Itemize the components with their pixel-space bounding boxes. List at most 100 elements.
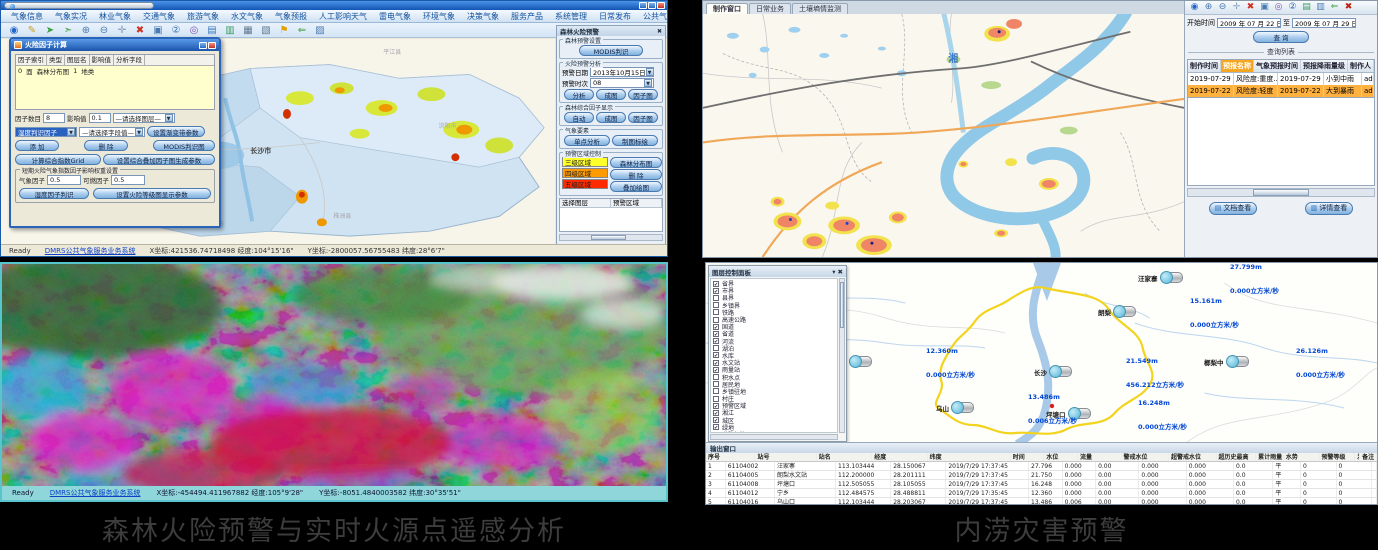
delete-button[interactable]: 删 除 [84, 140, 128, 151]
result-row-selected[interactable]: 2019-07-22 1风险度:轻度2019-07-22 1大到暴雨admin [1188, 85, 1374, 97]
station-cylinder-icon[interactable] [1160, 271, 1184, 284]
panel-button[interactable]: 叠加绘图 [610, 181, 662, 192]
menu-item[interactable]: 服务产品 [505, 11, 549, 22]
layer-checkbox[interactable]: ✔ [713, 367, 719, 373]
toolbar-icon[interactable]: ✛ [114, 24, 130, 37]
toolbar-icon[interactable]: ⚑ [276, 24, 292, 37]
titlebar[interactable] [1, 1, 667, 10]
hydro-station-marker[interactable]: 13.486m 乌山 0.006立方米/秒 [936, 393, 1086, 423]
warning-level-swatch[interactable]: 五级区域 [562, 179, 608, 189]
layer-checkbox[interactable] [713, 381, 719, 387]
menu-item[interactable]: 水文气象 [225, 11, 269, 22]
field-select[interactable]: —请选择字段值—▼ [79, 127, 145, 137]
panel-button[interactable]: 因子图 [628, 112, 658, 123]
toolbar-icon[interactable]: ▣ [150, 24, 166, 37]
result-row[interactable]: 2019-07-29 1...风险度:重度...2019-07-29 1...小… [1188, 73, 1374, 85]
warning-layer-list[interactable]: 选择图层预警区域 [559, 198, 663, 232]
dialog-minimize-button[interactable] [199, 42, 207, 49]
output-table-row[interactable]: 361104008坪塘口112.505055 28.1050552019/7/2… [706, 480, 1377, 489]
menu-item[interactable]: 林业气象 [93, 11, 137, 22]
panel-button[interactable]: 删 除 [610, 169, 662, 180]
wet-factor-button[interactable]: 湿度因子判识 [19, 188, 89, 199]
toolbar-icon[interactable]: ✛ [1230, 1, 1243, 14]
output-table-row[interactable]: 561104016乌山口112.103444 28.2030672019/7/2… [706, 498, 1377, 505]
output-table-row[interactable]: 161104002汪家寨113.103444 28.1500672019/7/2… [706, 462, 1377, 471]
layer-checkbox[interactable] [713, 374, 719, 380]
fuel-factor-input[interactable]: 0.5 [111, 175, 145, 185]
satellite-image-canvas[interactable] [2, 264, 666, 486]
modis-detect-button[interactable]: MODIS判识 [579, 45, 643, 56]
menu-item[interactable]: 系统管理 [549, 11, 593, 22]
view-document-button[interactable]: ▤文档查看 [1209, 202, 1258, 215]
layer-checkbox[interactable] [713, 295, 719, 301]
menu-item[interactable]: 气象实况 [49, 11, 93, 22]
dialog-titlebar[interactable]: 火险因子计算 [11, 39, 219, 51]
panel-hscrollbar[interactable] [1187, 188, 1375, 197]
layer-hscrollbar[interactable] [710, 434, 838, 440]
maximize-button[interactable] [648, 2, 656, 9]
meteo-factor-input[interactable]: 0.5 [47, 175, 81, 185]
menu-item[interactable]: 日常发布 [593, 11, 637, 22]
toolbar-icon[interactable]: ◉ [1188, 1, 1201, 14]
menu-item[interactable]: 旅游气象 [181, 11, 225, 22]
tab-soil-moisture[interactable]: 土壤墒情监测 [792, 3, 848, 14]
output-column-header[interactable]: 水势 [1284, 453, 1320, 461]
output-column-header[interactable]: 站号 [755, 453, 816, 461]
layer-checkbox[interactable] [713, 432, 719, 433]
factor-table[interactable]: 因子索引类型图层名影响值分析字段 0面森林分布图1地类 [15, 54, 215, 110]
station-cylinder-icon[interactable] [1113, 305, 1137, 318]
factor-count-input[interactable]: 8 [43, 113, 65, 123]
layer-checkbox[interactable]: ✔ [713, 331, 719, 337]
layer-checkbox[interactable]: ✔ [713, 281, 719, 287]
menu-item[interactable]: 决策气象 [461, 11, 505, 22]
result-column-header[interactable]: 预报名称 [1221, 60, 1254, 72]
toolbar-icon[interactable]: ▨ [312, 24, 328, 37]
output-table-row[interactable]: 461104012宁乡112.484575 28.4888112019/7/29… [706, 489, 1377, 498]
warning-level-swatch[interactable]: 四级区域 [562, 168, 608, 178]
result-column-header[interactable]: 预报降雨量级 [1301, 60, 1348, 72]
weight-input[interactable]: 0.1 [89, 113, 111, 123]
toolbar-icon[interactable]: ◉ [6, 24, 22, 37]
warn-date-select[interactable]: 2013年10月15日▼ [590, 67, 654, 77]
layer-checkbox[interactable]: ✔ [713, 338, 719, 344]
fire-level-display-button[interactable]: 设置火险等级图显示参数 [93, 188, 211, 199]
hydro-station-marker[interactable]: 15.161m 朗梨 0.000立方米/秒 [1098, 297, 1248, 327]
toolbar-icon[interactable]: ⊖ [1216, 1, 1229, 14]
layer-list-item[interactable]: 道路标注 [713, 431, 835, 433]
toolbar-icon[interactable]: ➤ [42, 24, 58, 37]
system-name-link[interactable]: DMRS公共气象服务业务系统 [45, 246, 136, 256]
layer-select[interactable]: —请选择图层—▼ [113, 113, 175, 123]
station-cylinder-icon[interactable] [951, 401, 975, 414]
factor-select[interactable]: 湿度判识因子▼ [15, 127, 77, 137]
layer-checkbox[interactable]: ✔ [713, 288, 719, 294]
date-from-picker[interactable]: 2009 年 07 月 22 日▼ [1217, 18, 1281, 28]
add-button[interactable]: 添 加 [15, 140, 59, 151]
panel-button[interactable]: 森林分布图 [610, 157, 662, 168]
panel-button[interactable]: 成图 [596, 112, 626, 123]
menu-item[interactable]: 人工影响天气 [313, 11, 373, 22]
layer-checkbox[interactable] [713, 345, 719, 351]
result-column-header[interactable]: 制作时间 [1188, 60, 1221, 72]
layer-checkbox[interactable]: ✔ [713, 360, 719, 366]
menu-item[interactable]: 环境气象 [417, 11, 461, 22]
result-column-header[interactable]: 气象预报时间 [1254, 60, 1301, 72]
close-button[interactable] [657, 2, 665, 9]
station-cylinder-icon[interactable] [1226, 355, 1250, 368]
result-column-header[interactable]: 制作人 [1348, 60, 1374, 72]
toolbar-icon[interactable]: ⇐ [294, 24, 310, 37]
output-table-row[interactable]: 261104005朗梨水文站112.200000 28.2011112019/7… [706, 471, 1377, 480]
menu-item[interactable]: 公共气象服务网 [637, 11, 668, 22]
toolbar-icon[interactable]: ▣ [1258, 1, 1271, 14]
toolbar-icon[interactable]: ✖ [132, 24, 148, 37]
toolbar-icon[interactable]: ✎ [24, 24, 40, 37]
panel-hscrollbar[interactable] [559, 234, 663, 241]
layer-checkbox[interactable] [713, 302, 719, 308]
hydro-station-marker[interactable]: 27.799m 汪家寨 0.000立方米/秒 [1138, 263, 1288, 293]
query-button[interactable]: 查 询 [1253, 31, 1309, 43]
layer-checkbox[interactable]: ✔ [713, 403, 719, 409]
minimize-button[interactable] [639, 2, 647, 9]
output-column-header[interactable]: 经度 [872, 453, 927, 461]
output-column-header[interactable]: 备注 [1360, 453, 1377, 461]
set-param-button[interactable]: 设置综合叠加因子图生成参数 [103, 154, 215, 165]
toolbar-icon[interactable]: ▧ [258, 24, 274, 37]
